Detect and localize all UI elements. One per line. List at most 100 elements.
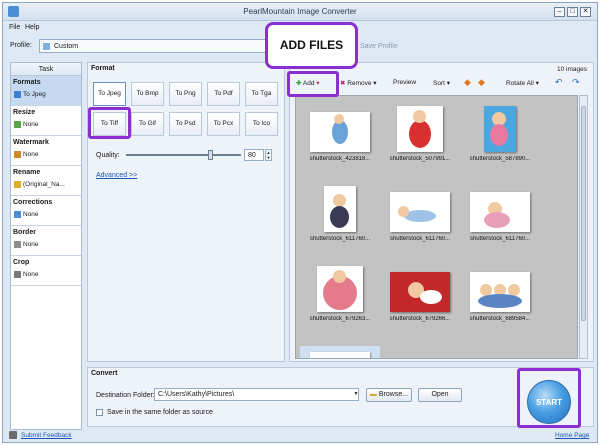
sidebar-item-watermark[interactable]: Watermark None (11, 136, 81, 166)
photo-thumbnail (470, 192, 530, 232)
image-thumbnail[interactable]: shutterstock_611760... (460, 186, 540, 254)
to-bmp-button[interactable]: To Bmp (131, 82, 164, 106)
photo-thumbnail (310, 352, 370, 358)
scrollbar-thumb[interactable] (581, 106, 586, 321)
profile-label: Profile: (10, 42, 32, 49)
photo-thumbnail (324, 186, 356, 232)
image-count: 10 images (557, 66, 587, 73)
same-folder-checkbox[interactable] (96, 409, 103, 416)
image-toolbar: ✚ Add ▾ ✖ Remove ▾ Preview Sort ▾ ◆ ◆ Ro… (292, 76, 592, 92)
submit-feedback-link[interactable]: Submit Feedback (21, 432, 72, 439)
sidebar-item-corrections[interactable]: Corrections None (11, 196, 81, 226)
format-title: Format (91, 65, 115, 72)
rotate-left-icon[interactable]: ↶ (555, 77, 563, 88)
image-caption: shutterstock_679266... (389, 316, 451, 322)
image-thumbnail[interactable]: shutterstock_679266... (380, 266, 460, 334)
open-button[interactable]: Open (418, 388, 462, 402)
photo-thumbnail (397, 106, 443, 152)
to-jpeg-button[interactable]: To Jpeg (93, 82, 126, 106)
task-header: Task (11, 63, 81, 76)
remove-label: Remove (347, 80, 372, 87)
title-bar: PearlMountain Image Converter – □ ✕ (3, 3, 597, 21)
photo-thumbnail (484, 106, 516, 152)
sort-button[interactable]: Sort ▾ (433, 79, 450, 87)
chevron-down-icon[interactable]: ▼ (353, 389, 359, 400)
sort-label: Sort (433, 80, 445, 87)
quality-slider-handle[interactable] (208, 150, 213, 160)
photo-thumbnail (317, 266, 363, 312)
image-thumbnail[interactable]: shutterstock_611760... (380, 186, 460, 254)
browse-label: Browse... (378, 391, 409, 398)
watermark-icon (14, 151, 21, 158)
to-pdf-button[interactable]: To Pdf (207, 82, 240, 106)
image-caption: shutterstock_587890... (469, 156, 531, 162)
remove-icon: ✖ (340, 80, 346, 87)
convert-title: Convert (91, 370, 118, 377)
photo-thumbnail (390, 272, 450, 312)
pencil-icon (14, 181, 21, 188)
minimize-icon[interactable]: – (554, 7, 565, 17)
feedback-icon (9, 431, 17, 439)
to-png-button[interactable]: To Png (169, 82, 202, 106)
app-window: PearlMountain Image Converter – □ ✕ File… (2, 2, 598, 443)
move-right-icon[interactable]: ◆ (478, 77, 485, 88)
sidebar-item-rename[interactable]: Rename (Original_Na... (11, 166, 81, 196)
sidebar-item-label: Watermark (13, 139, 49, 146)
profile-select[interactable]: Custom (39, 39, 269, 53)
to-tiff-button[interactable]: To Tiff (93, 112, 126, 136)
image-thumbnail[interactable]: shutterstock_679263... (300, 266, 380, 334)
rotate-all-label: Rotate All (506, 80, 534, 87)
images-panel: 10 images ✚ Add ▾ ✖ Remove ▾ Preview Sor… (289, 62, 594, 362)
advanced-link[interactable]: Advanced >> (96, 172, 137, 179)
folder-icon: ▬ (369, 391, 377, 398)
start-button[interactable]: START (527, 380, 571, 424)
quality-spinner-icon[interactable]: ▲ ▼ (265, 149, 272, 161)
remove-button[interactable]: ✖ Remove ▾ (340, 79, 377, 87)
quality-input[interactable]: 80 (244, 149, 264, 161)
image-thumbnail[interactable]: shutterstock_689584... (460, 266, 540, 334)
browse-button[interactable]: ▬ Browse... (366, 388, 412, 402)
save-profile-link[interactable]: Save Profile (360, 43, 398, 50)
image-thumbnail[interactable]: shutterstock_423818... (300, 106, 380, 174)
image-thumbnail[interactable]: shutterstock_587890... (460, 106, 540, 174)
convert-panel: Convert Destination Folder: C:\Users\Kat… (87, 367, 594, 427)
sidebar-item-crop[interactable]: Crop None (11, 256, 81, 286)
maximize-icon[interactable]: □ (567, 7, 578, 17)
sidebar-item-value: None (23, 241, 39, 248)
format-panel: Format To Jpeg To Bmp To Png To Pdf To T… (87, 62, 285, 362)
destination-label: Destination Folder: (96, 392, 155, 399)
home-page-link[interactable]: Home Page (555, 432, 589, 439)
sidebar-item-border[interactable]: Border None (11, 226, 81, 256)
image-thumbnail[interactable] (300, 346, 380, 358)
add-label: Add (302, 80, 315, 87)
sidebar-item-value: None (23, 271, 39, 278)
rotate-right-icon[interactable]: ↷ (572, 77, 580, 88)
menu-help[interactable]: Help (25, 24, 39, 31)
image-thumbnail[interactable]: shutterstock_611760... (300, 186, 380, 254)
image-thumbnail[interactable]: shutterstock_507991... (380, 106, 460, 174)
sidebar-item-value: None (23, 121, 39, 128)
close-icon[interactable]: ✕ (580, 7, 591, 17)
rotate-all-button[interactable]: Rotate All ▾ (506, 79, 539, 87)
menu-file[interactable]: File (9, 24, 20, 31)
sidebar-item-formats[interactable]: Formats To Jpeg (11, 76, 81, 106)
corrections-icon (14, 211, 21, 218)
image-grid-scrollbar[interactable] (579, 95, 588, 359)
border-icon (14, 241, 21, 248)
add-button[interactable]: ✚ Add ▾ (296, 79, 320, 87)
move-left-icon[interactable]: ◆ (464, 77, 471, 88)
photo-thumbnail (470, 272, 530, 312)
sidebar-item-value: (Original_Na... (23, 181, 65, 188)
profile-value: Custom (54, 43, 79, 50)
to-ico-button[interactable]: To Ico (245, 112, 278, 136)
to-tga-button[interactable]: To Tga (245, 82, 278, 106)
quality-slider-track[interactable] (126, 154, 241, 156)
preview-button[interactable]: Preview (393, 79, 416, 86)
image-caption: shutterstock_679263... (309, 316, 371, 322)
to-pcx-button[interactable]: To Pcx (207, 112, 240, 136)
destination-input[interactable]: C:\Users\Kathy\Pictures\ (154, 388, 359, 401)
to-psd-button[interactable]: To Psd (169, 112, 202, 136)
sidebar-item-resize[interactable]: Resize None (11, 106, 81, 136)
to-gif-button[interactable]: To Gif (131, 112, 164, 136)
photo-thumbnail (310, 112, 370, 152)
